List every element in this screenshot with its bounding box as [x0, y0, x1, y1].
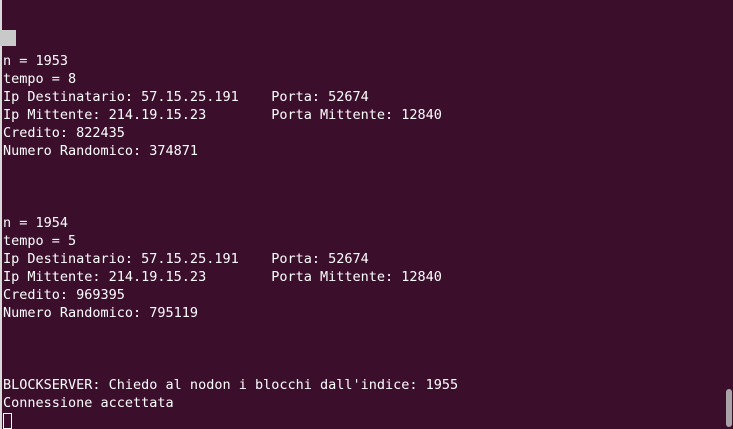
scrollbar-thumb[interactable]	[726, 389, 732, 427]
terminal-output: n = 1953 tempo = 8 Ip Destinatario: 57.15.…	[3, 52, 458, 429]
output-line: tempo = 8	[3, 71, 77, 87]
output-line: Ip Mittente: 214.19.15.23 Porta Mittente…	[3, 107, 442, 123]
output-line: Numero Randomico: 795119	[3, 305, 199, 321]
output-line: Ip Destinatario: 57.15.25.191 Porta: 526…	[3, 251, 369, 267]
output-line: BLOCKSERVER: Chiedo al nodon i blocchi d…	[3, 377, 459, 393]
output-line: n = 1954	[3, 215, 69, 231]
window-edge	[0, 0, 2, 429]
output-line: Credito: 822435	[3, 125, 125, 141]
output-line: n = 1953	[3, 53, 69, 69]
output-line: Numero Randomico: 374871	[3, 143, 199, 159]
window-corner	[0, 30, 16, 46]
output-line: Connessione accettata	[3, 395, 174, 411]
vertical-scrollbar[interactable]	[725, 0, 733, 429]
text-cursor	[3, 413, 12, 429]
output-line: tempo = 5	[3, 233, 77, 249]
output-line: Ip Destinatario: 57.15.25.191 Porta: 526…	[3, 89, 369, 105]
prompt-line[interactable]	[3, 412, 458, 429]
output-line: Ip Mittente: 214.19.15.23 Porta Mittente…	[3, 269, 442, 285]
terminal-window[interactable]: n = 1953 tempo = 8 Ip Destinatario: 57.15.…	[0, 0, 733, 429]
output-line: Credito: 969395	[3, 287, 125, 303]
